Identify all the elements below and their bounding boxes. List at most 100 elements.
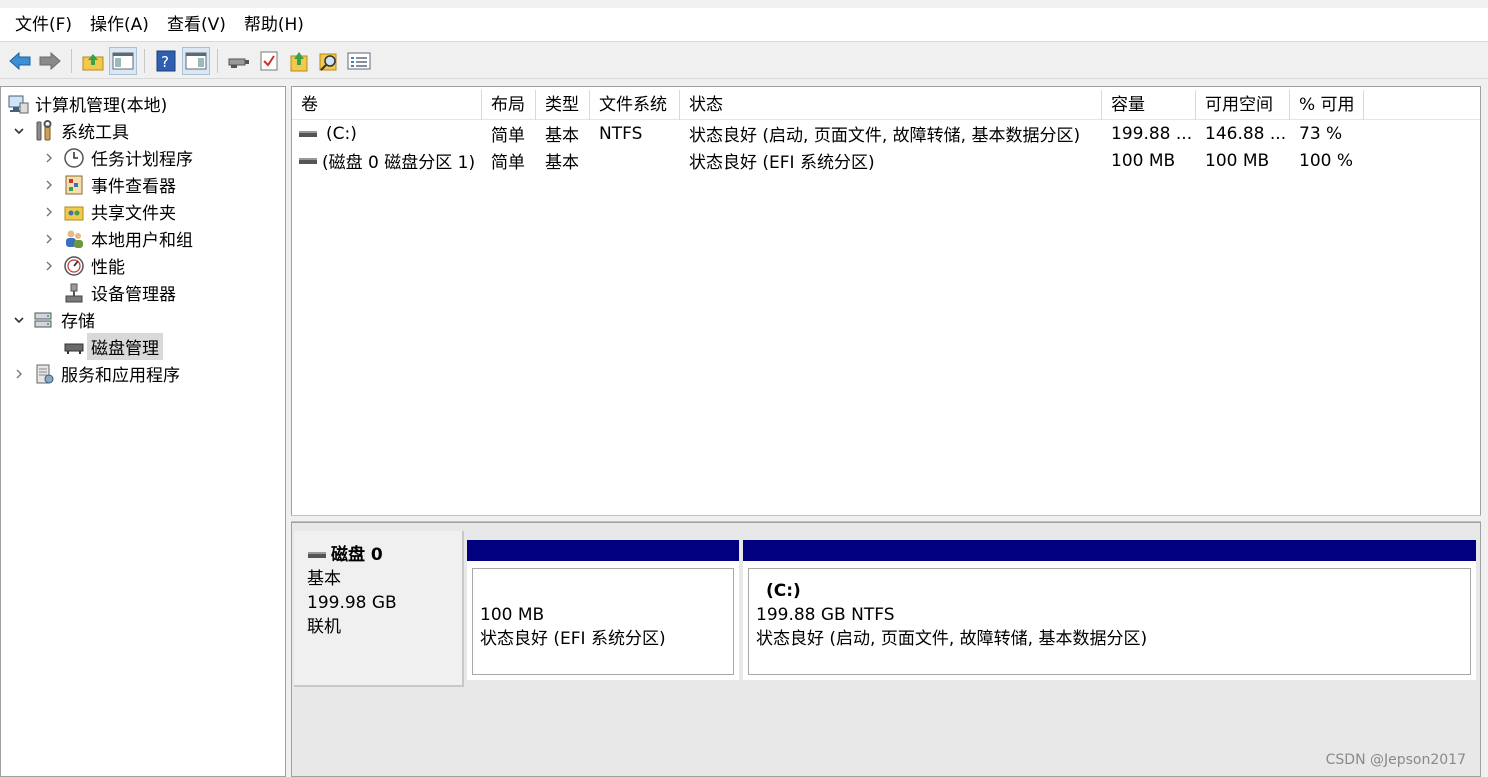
up-folder-icon[interactable] <box>79 47 107 75</box>
column-header-layout[interactable]: 布局 <box>482 90 536 120</box>
layout-cell: 简单 <box>491 153 525 173</box>
layout-cell: 简单 <box>491 126 525 146</box>
partition-efi[interactable]: 100 MB 状态良好 (EFI 系统分区) <box>467 540 739 680</box>
volume-list: 卷 布局 类型 文件系统 状态 容量 可用空间 % 可用 (C:) 简单 基本 … <box>291 86 1481 520</box>
navigation-tree: 计算机管理(本地) 系统工具 任务计划程序 事件查看器 共享文件夹 本地用户和组… <box>0 86 286 777</box>
drive-icon <box>299 130 317 137</box>
tree-item-label: 任务计划程序 <box>91 150 193 170</box>
drive-icon <box>299 157 317 164</box>
checklist-icon[interactable] <box>255 47 283 75</box>
chevron-down-icon[interactable] <box>11 312 27 328</box>
chevron-right-icon[interactable] <box>41 204 57 220</box>
tree-item-label: 磁盘管理 <box>87 333 163 360</box>
tree-item-task-scheduler[interactable]: 任务计划程序 <box>41 144 193 171</box>
partition-title: (C:) <box>766 581 801 601</box>
partition-header-bar <box>743 540 1476 561</box>
computer-management-window: 文件(F) 操作(A) 查看(V) 帮助(H) ? 计算机管理(本地) 系统工具… <box>0 0 1488 777</box>
computer-management-icon <box>7 93 29 115</box>
toolbar-separator <box>71 48 72 73</box>
tree-item-shared-folders[interactable]: 共享文件夹 <box>41 198 176 225</box>
volume-name: (C:) <box>326 123 357 144</box>
column-header-free-space[interactable]: 可用空间 <box>1196 90 1290 120</box>
tree-item-device-manager[interactable]: 设备管理器 <box>63 279 176 306</box>
chevron-right-icon[interactable] <box>41 231 57 247</box>
column-header-status[interactable]: 状态 <box>680 90 1102 120</box>
partition-body: 100 MB 状态良好 (EFI 系统分区) <box>472 568 734 675</box>
services-icon <box>33 363 55 385</box>
chevron-right-icon[interactable] <box>41 258 57 274</box>
watermark: CSDN @Jepson2017 <box>1325 752 1466 768</box>
disk-graphical-view: 磁盘 0 基本 199.98 GB 联机 100 MB 状态良好 (EFI 系统… <box>291 522 1481 777</box>
capacity-cell: 199.88 ... <box>1111 123 1193 144</box>
type-cell: 基本 <box>545 153 579 173</box>
column-header-capacity[interactable]: 容量 <box>1102 90 1196 120</box>
chevron-right-icon[interactable] <box>41 177 57 193</box>
tree-item-services-apps[interactable]: 服务和应用程序 <box>11 360 180 387</box>
tree-item-label: 服务和应用程序 <box>61 366 180 386</box>
menu-help[interactable]: 帮助(H) <box>235 10 313 40</box>
partition-c[interactable]: (C:) 199.88 GB NTFS 状态良好 (启动, 页面文件, 故障转储… <box>743 540 1476 680</box>
connect-icon[interactable] <box>225 47 253 75</box>
menu-view[interactable]: 查看(V) <box>158 10 235 40</box>
partition-status: 状态良好 (EFI 系统分区) <box>480 629 666 649</box>
tree-item-computer-management[interactable]: 计算机管理(本地) <box>7 90 167 117</box>
disk-status: 联机 <box>307 617 341 637</box>
menu-file[interactable]: 文件(F) <box>6 10 81 40</box>
menu-action[interactable]: 操作(A) <box>81 10 158 40</box>
tree-item-label: 共享文件夹 <box>91 204 176 224</box>
percent-free-cell: 73 % <box>1299 123 1343 144</box>
users-icon <box>63 228 85 250</box>
chevron-right-icon[interactable] <box>41 150 57 166</box>
event-viewer-icon <box>63 174 85 196</box>
forward-icon[interactable] <box>36 47 64 75</box>
partition-status: 状态良好 (启动, 页面文件, 故障转储, 基本数据分区) <box>756 629 1148 649</box>
toolbar-separator <box>217 48 218 73</box>
tree-item-label: 性能 <box>91 258 125 278</box>
find-icon[interactable] <box>315 47 343 75</box>
column-header-filesystem[interactable]: 文件系统 <box>590 90 680 120</box>
partition-size: 100 MB <box>480 605 545 625</box>
tree-item-label: 计算机管理(本地) <box>35 96 168 116</box>
tree-item-label: 存储 <box>61 312 95 332</box>
tree-item-label: 设备管理器 <box>91 285 176 305</box>
status-cell: 状态良好 (启动, 页面文件, 故障转储, 基本数据分区) <box>689 126 1081 146</box>
table-row[interactable]: (磁盘 0 磁盘分区 1) 简单 基本 状态良好 (EFI 系统分区) 100 … <box>292 147 1364 174</box>
export-icon[interactable] <box>285 47 313 75</box>
percent-free-cell: 100 % <box>1299 150 1354 171</box>
toolbar: ? <box>0 43 1488 79</box>
properties-icon[interactable] <box>345 47 373 75</box>
tree-item-label: 本地用户和组 <box>91 231 193 251</box>
svg-text:?: ? <box>161 53 169 71</box>
disk-info-card[interactable]: 磁盘 0 基本 199.98 GB 联机 <box>294 531 464 687</box>
tree-item-event-viewer[interactable]: 事件查看器 <box>41 171 176 198</box>
help-icon[interactable]: ? <box>152 47 180 75</box>
pane-splitter[interactable] <box>291 515 1481 522</box>
tree-item-storage[interactable]: 存储 <box>11 306 95 333</box>
tree-item-system-tools[interactable]: 系统工具 <box>11 117 129 144</box>
tree-item-performance[interactable]: 性能 <box>41 252 125 279</box>
back-icon[interactable] <box>6 47 34 75</box>
capacity-cell: 100 MB <box>1111 150 1176 171</box>
filesystem-cell: NTFS <box>599 123 643 144</box>
partition-header-bar <box>467 540 739 561</box>
tree-item-label: 事件查看器 <box>91 177 176 197</box>
disk-name: 磁盘 0 <box>331 545 383 565</box>
tree-item-disk-management[interactable]: 磁盘管理 <box>63 333 163 360</box>
shared-folder-icon <box>63 201 85 223</box>
column-header-volume[interactable]: 卷 <box>292 90 482 120</box>
chevron-right-icon[interactable] <box>11 366 27 382</box>
tree-item-local-users[interactable]: 本地用户和组 <box>41 225 193 252</box>
disk-size: 199.98 GB <box>307 593 397 613</box>
show-hide-action-pane-icon[interactable] <box>182 46 210 75</box>
column-header-type[interactable]: 类型 <box>536 90 590 120</box>
type-cell: 基本 <box>545 126 579 146</box>
show-hide-tree-icon[interactable] <box>109 46 137 75</box>
table-row[interactable]: (C:) 简单 基本 NTFS 状态良好 (启动, 页面文件, 故障转储, 基本… <box>292 120 1364 147</box>
tree-item-label: 系统工具 <box>61 123 129 143</box>
chevron-down-icon[interactable] <box>11 123 27 139</box>
free-space-cell: 146.88 ... <box>1205 123 1287 144</box>
toolbar-separator <box>144 48 145 73</box>
column-header-percent-free[interactable]: % 可用 <box>1290 90 1364 120</box>
clock-icon <box>63 147 85 169</box>
performance-icon <box>63 255 85 277</box>
